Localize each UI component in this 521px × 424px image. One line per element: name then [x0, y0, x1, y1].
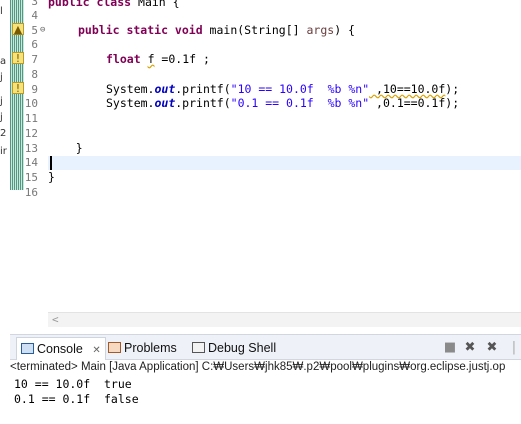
- line-number: 15: [24, 171, 38, 184]
- explorer-letter: l: [0, 6, 3, 17]
- scroll-left-arrow-icon[interactable]: <: [52, 313, 59, 326]
- explorer-letter: j: [0, 96, 3, 107]
- close-tab-icon[interactable]: ✕: [92, 345, 100, 356]
- line-number: 9: [31, 83, 38, 96]
- console-icon: [21, 343, 34, 354]
- line-number: 6: [31, 38, 38, 51]
- console-output-line: 10 == 10.0f true: [14, 377, 132, 391]
- line-number: 8: [31, 68, 38, 81]
- fold-toggle-icon[interactable]: ⊖: [40, 25, 45, 35]
- line-number: 16: [24, 186, 38, 199]
- code-line: float f =0.1f ;: [106, 52, 210, 66]
- console-launch-status: <terminated> Main [Java Application] C:₩…: [10, 361, 506, 373]
- terminate-icon[interactable]: ■: [442, 340, 458, 356]
- explorer-letter: j: [0, 72, 3, 83]
- editor-horizontal-scrollbar[interactable]: [48, 312, 521, 327]
- code-editor[interactable]: public class Main { public static void m…: [48, 0, 521, 325]
- line-number: 13: [24, 142, 38, 155]
- explorer-letter: a: [0, 56, 7, 67]
- package-explorer-edge: l a j j j 2 ir: [0, 0, 10, 190]
- remove-all-icon[interactable]: ✖: [484, 340, 500, 356]
- problems-icon: [108, 342, 121, 353]
- code-line: }: [48, 170, 55, 184]
- line-number: 5: [31, 24, 38, 37]
- code-line: System.out.printf("0.1 == 0.1f %b %n" ,0…: [106, 96, 460, 110]
- console-view-header: Console ✕ Problems Debug Shell ■ ✖ ✖ |: [10, 334, 521, 360]
- tab-console[interactable]: Console ✕: [16, 337, 106, 360]
- override-marker-icon[interactable]: ▲: [12, 23, 24, 36]
- code-line: }: [48, 141, 83, 155]
- code-line: System.out.printf("10 == 10.0f %b %n" ,1…: [106, 82, 460, 96]
- explorer-letter: j: [0, 112, 3, 123]
- explorer-letter: ir: [0, 146, 7, 157]
- toolbar-separator: |: [511, 340, 517, 355]
- code-line: public static void main(String[] args) {: [78, 23, 355, 37]
- console-output-line: 0.1 == 0.1f false: [14, 392, 139, 406]
- debug-shell-icon: [192, 342, 205, 353]
- warning-marker-icon[interactable]: !: [12, 82, 24, 95]
- line-number: 7: [31, 53, 38, 66]
- warning-marker-icon[interactable]: !: [12, 52, 24, 65]
- line-number: 12: [24, 127, 38, 140]
- explorer-letter: 2: [0, 128, 7, 139]
- text-caret: [50, 156, 52, 170]
- tab-debug-shell[interactable]: Debug Shell: [192, 339, 276, 357]
- code-line: public class Main {: [48, 0, 180, 9]
- line-number: 3: [31, 0, 38, 8]
- line-number: 4: [31, 9, 38, 22]
- line-number: 10: [24, 97, 38, 110]
- line-number: 14: [24, 156, 38, 169]
- remove-launch-icon[interactable]: ✖: [462, 340, 478, 356]
- tab-problems[interactable]: Problems: [108, 339, 177, 357]
- line-number: 11: [24, 112, 38, 125]
